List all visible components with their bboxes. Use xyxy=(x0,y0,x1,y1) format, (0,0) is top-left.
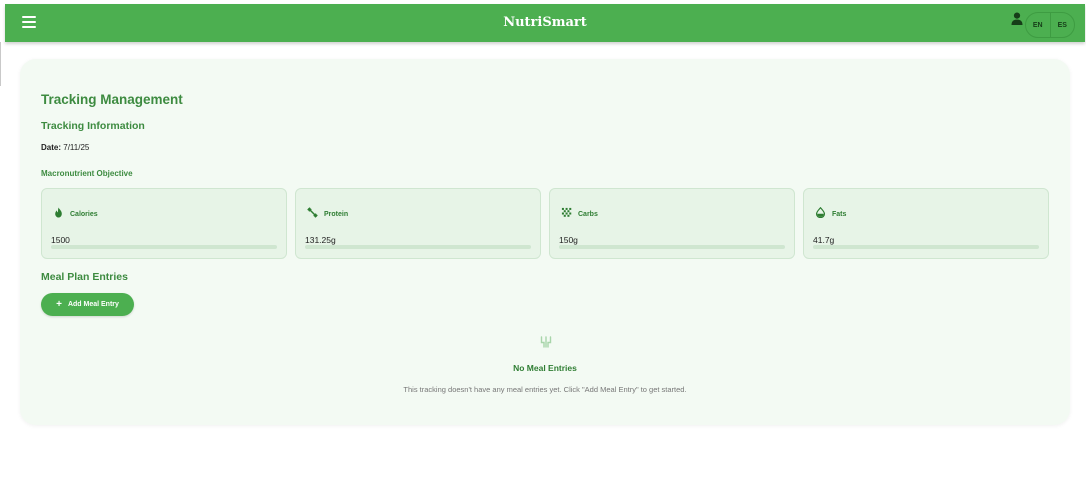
macronutrient-objective-heading: Macronutrient Objective xyxy=(41,169,133,178)
macro-progress-bar xyxy=(51,245,277,249)
macro-progress-bar xyxy=(305,245,531,249)
user-icon[interactable] xyxy=(1011,12,1023,26)
macro-label: Protein xyxy=(324,211,349,218)
macro-label: Fats xyxy=(832,211,847,218)
empty-state-title: No Meal Entries xyxy=(513,363,577,373)
macro-progress-bar xyxy=(813,245,1039,249)
page-title: Tracking Management xyxy=(41,92,183,107)
macro-card-fats: Fats 41.7g xyxy=(803,188,1049,259)
macro-label: Calories xyxy=(70,211,98,218)
macro-value: 1500 xyxy=(51,235,70,245)
macro-card-calories: Calories 1500 xyxy=(41,188,287,259)
empty-state-message: This tracking doesn't have any meal entr… xyxy=(403,385,687,394)
grain-icon xyxy=(561,207,572,217)
edge-divider xyxy=(0,42,1,86)
tracking-date: Date: 7/11/25 xyxy=(41,143,89,152)
language-switcher: EN ES xyxy=(1025,12,1075,38)
top-app-bar: NutriSmart EN ES xyxy=(5,4,1085,42)
tracking-card: Tracking Management Tracking Information… xyxy=(20,59,1070,425)
macro-card-protein: Protein 131.25g xyxy=(295,188,541,259)
add-meal-entry-button[interactable]: + Add Meal Entry xyxy=(41,293,134,316)
dumbbell-icon xyxy=(307,207,318,218)
macro-value: 131.25g xyxy=(305,235,336,245)
flame-icon xyxy=(55,207,62,218)
macro-value: 150g xyxy=(559,235,578,245)
app-title: NutriSmart xyxy=(503,15,587,30)
macro-value: 41.7g xyxy=(813,235,835,245)
oil-drop-icon xyxy=(815,207,826,218)
meal-plan-entries-heading: Meal Plan Entries xyxy=(41,271,128,283)
macro-card-carbs: Carbs 150g xyxy=(549,188,795,259)
date-value: 7/11/25 xyxy=(63,143,90,152)
plus-icon: + xyxy=(56,298,62,310)
tracking-information-heading: Tracking Information xyxy=(41,120,145,132)
macro-label: Carbs xyxy=(578,211,598,218)
macro-progress-bar xyxy=(559,245,785,249)
language-es-button[interactable]: ES xyxy=(1049,13,1075,37)
utensils-icon xyxy=(540,336,552,348)
add-meal-entry-label: Add Meal Entry xyxy=(67,301,119,308)
date-label: Date: xyxy=(41,143,62,152)
language-en-button[interactable]: EN xyxy=(1026,13,1050,37)
